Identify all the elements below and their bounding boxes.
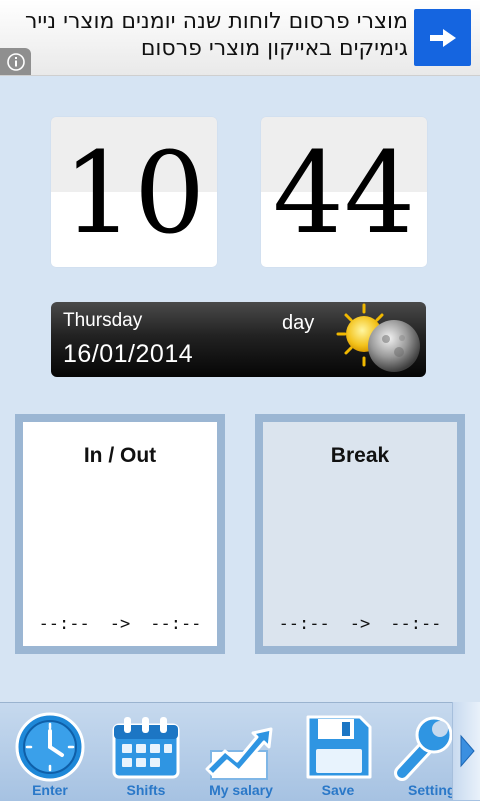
save-label: Save	[321, 782, 355, 798]
chevron-right-icon	[460, 734, 475, 768]
clock-minutes: 44	[272, 129, 416, 259]
in-out-panel[interactable]: In / Out --:-- -> --:--	[15, 414, 225, 654]
wrench-icon	[394, 716, 452, 781]
ad-banner[interactable]: מוצרי פרסום לוחות שנה יומנים מוצרי נייר …	[0, 0, 480, 76]
my-salary-button[interactable]: My salary	[193, 703, 289, 801]
clock-hours-card: 10	[51, 117, 217, 267]
in-out-arrow: ->	[109, 614, 131, 634]
break-arrow: ->	[349, 614, 371, 634]
floppy-icon	[306, 715, 372, 779]
ad-open-button[interactable]	[414, 9, 471, 66]
chart-icon	[205, 727, 273, 780]
break-panel-body[interactable]: Break --:-- -> --:--	[263, 422, 457, 646]
date-label: 16/01/2014	[63, 340, 194, 368]
break-start-time: --:--	[278, 614, 330, 634]
arrow-right-icon	[429, 28, 456, 47]
calendar-icon	[112, 717, 180, 779]
clock-icon	[15, 712, 85, 782]
break-title: Break	[330, 444, 390, 467]
info-icon	[6, 52, 25, 71]
save-button[interactable]: Save	[290, 703, 386, 801]
in-time: --:--	[38, 614, 90, 634]
settings-button[interactable]: Settings	[388, 703, 452, 801]
day-period-label: day	[282, 312, 315, 334]
toolbar-scroll-right-button[interactable]	[452, 702, 480, 800]
ad-line-2: גימיקים באייקון מוצרי פרסום	[140, 36, 408, 61]
in-out-times: --:-- -> --:--	[23, 614, 217, 634]
in-out-title: In / Out	[83, 444, 157, 467]
break-end-time: --:--	[390, 614, 442, 634]
clock-minutes-card: 44	[261, 117, 427, 267]
ad-info-button[interactable]	[0, 48, 31, 75]
break-times: --:-- -> --:--	[263, 614, 457, 634]
date-bar: Thursday 16/01/2014 day	[51, 302, 426, 377]
break-panel[interactable]: Break --:-- -> --:--	[255, 414, 465, 654]
clock-hours: 10	[62, 129, 206, 259]
shifts-button[interactable]: Shifts	[98, 703, 194, 801]
bottom-toolbar: Enter Shifts My salary Save Setting	[0, 702, 480, 801]
settings-label: Settings	[408, 782, 452, 798]
ad-line-1: מוצרי פרסום לוחות שנה יומנים מוצרי נייר	[25, 9, 408, 34]
out-time: --:--	[150, 614, 202, 634]
sun-moon-icon	[336, 303, 420, 372]
weekday-label: Thursday	[63, 310, 143, 331]
in-out-panel-body[interactable]: In / Out --:-- -> --:--	[23, 422, 217, 646]
ad-text[interactable]: מוצרי פרסום לוחות שנה יומנים מוצרי נייר …	[18, 8, 408, 62]
enter-button[interactable]: Enter	[0, 703, 100, 801]
